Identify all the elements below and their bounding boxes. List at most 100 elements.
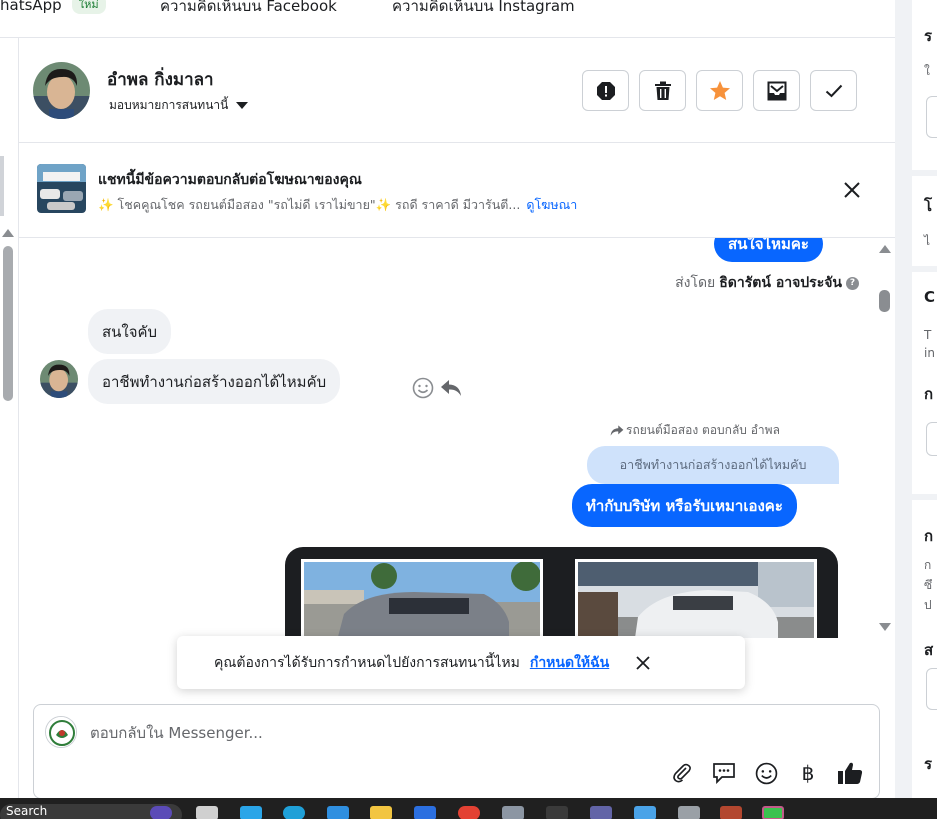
thread-scroll-down-arrow[interactable] — [879, 623, 891, 631]
star-icon — [709, 81, 730, 100]
tab-label: ความคิดเห็นบน Facebook — [160, 0, 337, 15]
toast-text: คุณต้องการได้รับการกำหนดไปยังการสนทนานี้… — [214, 654, 520, 671]
details-heading-fragment: C — [924, 288, 936, 306]
camera-icon[interactable] — [502, 806, 524, 819]
thread-scrollbar-thumb[interactable] — [879, 290, 890, 312]
thumbs-up-icon — [838, 762, 863, 784]
contact-details-panel: ร ใ โ ไ C T in ก ก ก ซึ ป ส ร — [895, 0, 937, 798]
task-view-icon[interactable] — [196, 806, 218, 819]
quoted-message[interactable]: อาชีพทำงานก่อสร้างออกได้ไหมคับ — [587, 446, 839, 484]
edge-icon[interactable] — [283, 806, 305, 819]
details-text-fragment: ไ — [924, 234, 931, 248]
check-icon — [825, 84, 842, 97]
details-text-fragment: ป — [924, 598, 932, 612]
left-scrollbar-thumb[interactable] — [3, 246, 13, 401]
details-card: ก ก ซึ ป ส ร — [912, 500, 937, 798]
details-field[interactable] — [926, 668, 937, 710]
contact-avatar[interactable] — [33, 62, 90, 119]
close-icon[interactable] — [841, 179, 863, 201]
reply-icon[interactable] — [440, 378, 462, 398]
tab-whatsapp[interactable]: hatsApp ใหม่ — [0, 0, 106, 14]
incoming-message[interactable]: อาชีพทำงานก่อสร้างออกได้ไหมคับ — [88, 359, 341, 404]
tab-label: hatsApp — [0, 0, 62, 14]
calculator-icon[interactable] — [678, 806, 700, 819]
car-photo[interactable] — [301, 559, 543, 638]
message-composer: ฿ — [33, 704, 880, 799]
outgoing-message[interactable]: สนใจไหมคะ — [714, 238, 823, 262]
app-icon[interactable] — [546, 806, 568, 819]
ad-thumbnail[interactable] — [37, 164, 86, 213]
store-icon[interactable] — [327, 806, 349, 819]
reply-context-text: รถยนต์มือสอง ตอบกลับ อำพล — [626, 423, 780, 437]
details-heading-fragment: โ — [924, 197, 933, 215]
trash-icon — [654, 81, 671, 100]
reply-arrow-icon — [610, 425, 624, 436]
assign-to-me-link[interactable]: กำหนดให้ฉัน — [530, 652, 609, 674]
details-heading-fragment: ร — [924, 755, 933, 773]
details-text-fragment: in — [924, 346, 935, 360]
like-button[interactable] — [837, 760, 863, 786]
details-card: C T in ก — [912, 272, 937, 494]
details-field[interactable] — [926, 422, 937, 456]
spam-button[interactable] — [582, 70, 629, 111]
emoji-react-icon[interactable] — [412, 377, 434, 399]
move-to-inbox-button[interactable] — [753, 70, 800, 111]
widgets-icon[interactable] — [150, 806, 172, 819]
copilot-icon[interactable] — [240, 806, 262, 819]
attach-icon — [673, 763, 691, 783]
thread-scroll-up-arrow[interactable] — [879, 245, 891, 253]
details-text-fragment: ใ — [924, 64, 930, 78]
ad-description: ✨ โชคคูณโชค รถยนต์มือสอง "รถไม่ดี เราไม่… — [98, 197, 521, 212]
details-heading-fragment: ก — [924, 527, 934, 545]
view-ad-link[interactable]: ดูโฆษณา — [526, 197, 577, 212]
details-heading-fragment: ก — [924, 385, 934, 403]
tab-facebook-comments[interactable]: ความคิดเห็นบน Facebook — [160, 0, 337, 18]
mark-done-button[interactable] — [810, 70, 857, 111]
teams-icon[interactable] — [590, 806, 612, 819]
assign-label: มอบหมายการสนทนานี้ — [109, 98, 229, 112]
saved-replies-icon — [713, 763, 735, 784]
details-field[interactable] — [926, 96, 937, 138]
attach-button[interactable] — [669, 760, 695, 786]
assign-conversation-dropdown[interactable]: มอบหมายการสนทนานี้ — [109, 96, 249, 115]
tab-label: ความคิดเห็นบน Instagram — [392, 0, 575, 15]
selected-conversation-marker — [0, 156, 4, 216]
app-icon[interactable] — [720, 806, 742, 819]
details-card: โ ไ — [912, 176, 937, 266]
details-text-fragment: T — [924, 328, 932, 342]
app-icon[interactable] — [414, 806, 436, 819]
sent-by-line: ส่งโดย ธิดารัตน์ อาจประจัน ? — [675, 272, 859, 294]
conversation-actions — [582, 70, 857, 111]
car-photo[interactable] — [575, 559, 817, 638]
chrome-icon[interactable] — [458, 806, 480, 819]
notepad-icon[interactable] — [634, 806, 656, 819]
close-icon[interactable] — [635, 655, 651, 671]
inbox-page: hatsApp ใหม่ ความคิดเห็นบน Facebook ความค… — [0, 0, 937, 819]
photo-attachment[interactable] — [285, 547, 838, 638]
conversation-list-edge — [0, 38, 19, 798]
tab-instagram-comments[interactable]: ความคิดเห็นบน Instagram — [392, 0, 575, 18]
left-scroll-up-arrow[interactable] — [2, 229, 14, 237]
new-badge: ใหม่ — [71, 0, 106, 14]
emoji-button[interactable] — [753, 760, 779, 786]
conversation-header: อำพล กิ่งมาลา มอบหมายการสนทนานี้ — [19, 38, 895, 143]
delete-button[interactable] — [639, 70, 686, 111]
chevron-down-icon — [236, 102, 249, 109]
assign-prompt-toast: คุณต้องการได้รับการกำหนดไปยังการสนทนานี้… — [177, 636, 745, 689]
reply-input[interactable] — [90, 719, 850, 747]
taskbar: Search — [0, 798, 937, 819]
sent-by-name: ธิดารัตน์ อาจประจัน — [719, 275, 842, 291]
saved-replies-button[interactable] — [711, 760, 737, 786]
ad-banner-title: แชทนี้มีข้อความตอบกลับต่อโฆษณาของคุณ — [98, 172, 362, 188]
outgoing-message[interactable]: ทำกับบริษัท หรือรับเหมาเองคะ — [572, 484, 797, 527]
star-button[interactable] — [696, 70, 743, 111]
line-app-icon[interactable] — [762, 806, 784, 819]
incoming-message[interactable]: สนใจคับ — [88, 309, 172, 354]
details-card: ร ใ — [912, 0, 937, 170]
composer-toolbar: ฿ — [669, 760, 863, 786]
payment-button[interactable]: ฿ — [795, 760, 821, 786]
sent-by-prefix: ส่งโดย — [675, 275, 716, 291]
file-explorer-icon[interactable] — [370, 806, 392, 819]
help-icon[interactable]: ? — [846, 276, 859, 290]
contact-avatar-small[interactable] — [40, 360, 78, 398]
